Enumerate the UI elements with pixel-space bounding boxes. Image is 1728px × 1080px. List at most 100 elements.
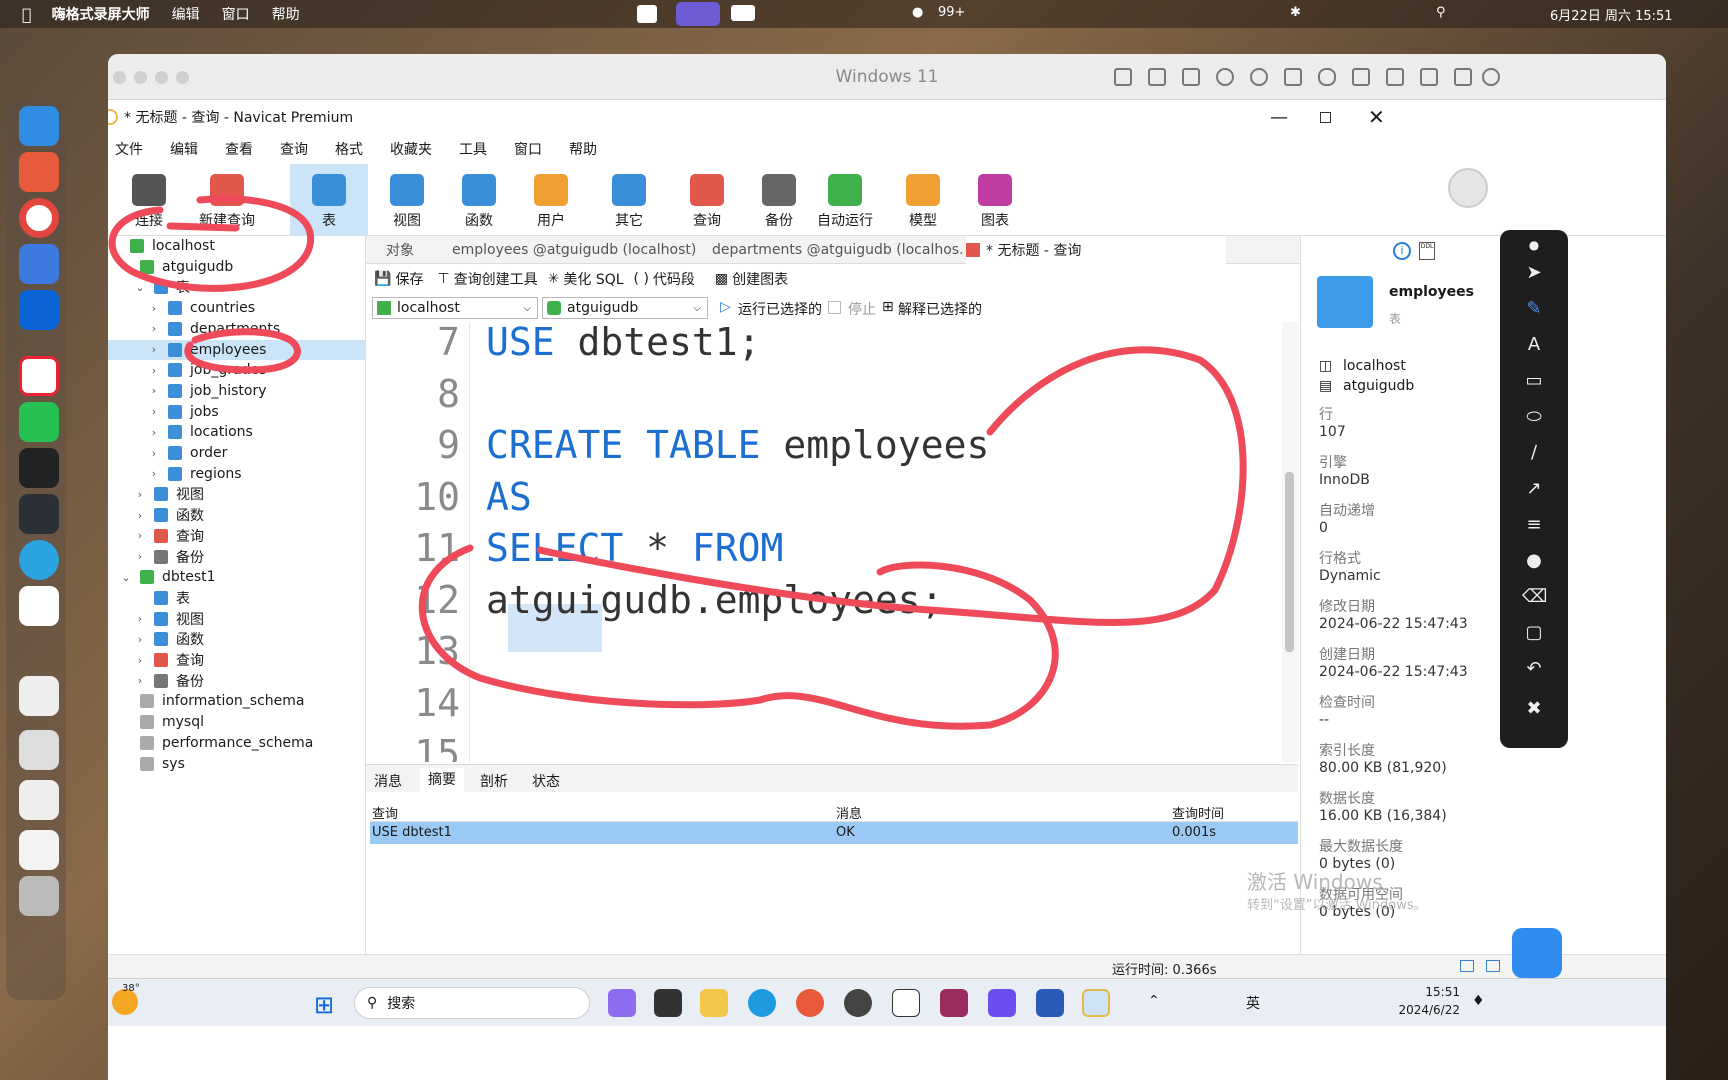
tree-db-dbtest1[interactable]: ⌄ dbtest1 — [108, 567, 215, 587]
tree-db1-child[interactable]: › 函数 — [108, 505, 204, 525]
stop-button[interactable]: 停止 — [848, 299, 876, 319]
toolbar-plug-button[interactable]: 连接 — [110, 164, 188, 236]
col-message-header[interactable]: 消息 — [836, 803, 862, 822]
menu-item[interactable]: 收藏夹 — [390, 139, 432, 159]
chevron-icon[interactable]: › — [148, 302, 160, 315]
trash-tool-icon[interactable]: ✖ — [1522, 698, 1546, 719]
tree-db1-child[interactable]: › 备份 — [108, 547, 204, 567]
chevron-up-icon[interactable]: ⌃ — [1148, 993, 1160, 1009]
menu-item[interactable]: 工具 — [459, 139, 487, 159]
chevron-icon[interactable]: › — [134, 612, 146, 625]
tree-db-mysql[interactable]: mysql — [108, 712, 204, 732]
explain-selected-button[interactable]: 解释已选择的 — [898, 299, 982, 319]
menu-item[interactable]: 帮助 — [569, 139, 597, 159]
layout-right-icon[interactable] — [1486, 960, 1500, 972]
tree-table-departments[interactable]: › departments — [108, 319, 280, 339]
tree-db2-child[interactable]: › 查询 — [108, 650, 204, 670]
taskbar-tool-icon[interactable] — [844, 989, 872, 1017]
keyboard-icon[interactable] — [1114, 68, 1132, 86]
drive-icon[interactable] — [1352, 68, 1370, 86]
database-select[interactable]: atguigudb ⌵ — [542, 297, 708, 319]
chevron-icon[interactable]: › — [148, 405, 160, 418]
color-drop-icon[interactable]: ● — [1522, 550, 1546, 571]
task-view-icon[interactable] — [654, 989, 682, 1017]
recent-file-icon[interactable] — [19, 780, 59, 820]
chevron-icon[interactable]: › — [134, 674, 146, 687]
tree-db-sys[interactable]: sys — [108, 754, 185, 774]
query-builder-button[interactable]: 查询创建工具 — [454, 269, 538, 289]
tree-db2-child[interactable]: › 备份 — [108, 671, 204, 691]
tree-db-performance_schema[interactable]: performance_schema — [108, 733, 313, 753]
recent-screenshot-icon[interactable] — [19, 730, 59, 770]
save-button[interactable]: 保存 — [395, 269, 423, 289]
menu-item[interactable]: 查看 — [225, 139, 253, 159]
wechat-status-icon[interactable]: ● — [912, 5, 923, 20]
windows-start-icon[interactable]: ⊞ — [314, 991, 334, 1019]
toolbar-tools-button[interactable]: 其它 — [590, 164, 668, 236]
folder-share-icon[interactable] — [1420, 68, 1438, 86]
word-icon[interactable] — [1036, 989, 1064, 1017]
windows-app-icon[interactable] — [19, 290, 59, 330]
run-icon[interactable]: ▷ — [720, 299, 731, 315]
camera-status-icon[interactable] — [731, 5, 755, 21]
tree-db1-child[interactable]: › 查询 — [108, 526, 204, 546]
tree-db2-child[interactable]: › 函数 — [108, 629, 204, 649]
ime-indicator[interactable]: 英 — [1246, 993, 1260, 1013]
tab-employees[interactable]: employees @atguigudb (localhost) ... — [446, 236, 702, 264]
chevron-icon[interactable]: ⌄ — [134, 281, 146, 294]
chart-small-icon[interactable]: ▩ — [715, 271, 728, 287]
toolbar-view-button[interactable]: 视图 — [368, 164, 446, 236]
wechat-icon[interactable] — [19, 402, 59, 442]
whiteboard-icon[interactable]: ▢ — [1522, 622, 1546, 643]
trash-icon[interactable] — [19, 876, 59, 916]
tree-table-order[interactable]: › order — [108, 443, 228, 463]
result-tab[interactable]: 摘要 — [420, 768, 464, 793]
chevron-icon[interactable]: › — [148, 364, 160, 377]
tree-table-employees[interactable]: › employees — [108, 339, 366, 360]
close-icon[interactable]: ✕ — [1368, 105, 1385, 129]
tab-objects[interactable]: 对象 — [386, 236, 446, 264]
editor-scrollbar[interactable] — [1282, 322, 1298, 762]
menubar-app-name[interactable]: 嗨格式录屏大师 — [52, 4, 150, 24]
snippet-icon[interactable]: ( ) — [634, 271, 649, 287]
chevron-icon[interactable]: › — [134, 633, 146, 646]
chevron-icon[interactable]: ⌄ — [120, 571, 132, 584]
screen-record-status-icon[interactable] — [676, 2, 720, 26]
menu-item[interactable]: 编辑 — [170, 139, 198, 159]
file-explorer-icon[interactable] — [700, 989, 728, 1017]
avatar[interactable] — [1448, 168, 1488, 208]
bell-icon[interactable]: ♦ — [1472, 993, 1485, 1009]
explain-icon[interactable]: ⊞ — [882, 299, 894, 315]
usb-icon[interactable] — [1182, 68, 1200, 86]
undo-icon[interactable]: ↶ — [1522, 658, 1546, 679]
save-icon[interactable]: 💾 — [374, 271, 391, 287]
chevron-icon[interactable]: › — [134, 529, 146, 542]
wps-status-icon[interactable] — [637, 5, 657, 23]
tree-db1-child[interactable]: › 视图 — [108, 484, 204, 504]
tree-connection[interactable]: localhost — [108, 236, 215, 256]
taskbar-app-icon[interactable] — [796, 989, 824, 1017]
beautify-icon[interactable]: ✳ — [548, 271, 560, 287]
chevron-icon[interactable]: › — [148, 467, 160, 480]
taskbar-date[interactable]: 2024/6/22 — [1392, 1003, 1460, 1017]
launchpad-icon[interactable] — [19, 152, 59, 192]
chevron-icon[interactable]: › — [148, 426, 160, 439]
run-selected-button[interactable]: 运行已选择的 — [738, 299, 822, 319]
minimize-icon[interactable]: — — [1270, 107, 1288, 128]
notification-badge[interactable]: 99+ — [938, 5, 965, 20]
toolbar-function-button[interactable]: 函数 — [440, 164, 518, 236]
menubar-item-window[interactable]: 窗口 — [222, 4, 250, 24]
tree-table-countries[interactable]: › countries — [108, 298, 255, 318]
telegram-icon[interactable] — [19, 540, 59, 580]
settings-gear-icon[interactable] — [1482, 68, 1500, 86]
toolbar-robot-button[interactable]: 自动运行 — [806, 164, 884, 236]
typora-icon[interactable] — [892, 989, 920, 1017]
recorder-icon[interactable] — [19, 448, 59, 488]
sql-editor[interactable]: 7 8 9 10 11 12 13 14 15 USE dbtest1; CREATE TABLE… — [366, 322, 1282, 762]
search-icon[interactable]: ⚲ — [1436, 5, 1446, 20]
back-icon[interactable] — [1454, 68, 1472, 86]
tree-tables-folder[interactable]: ⌄ 表 — [108, 277, 190, 297]
tree-db2-child[interactable]: › 视图 — [108, 609, 204, 629]
menubar-item-help[interactable]: 帮助 — [272, 4, 300, 24]
layout-left-icon[interactable] — [1460, 960, 1474, 972]
